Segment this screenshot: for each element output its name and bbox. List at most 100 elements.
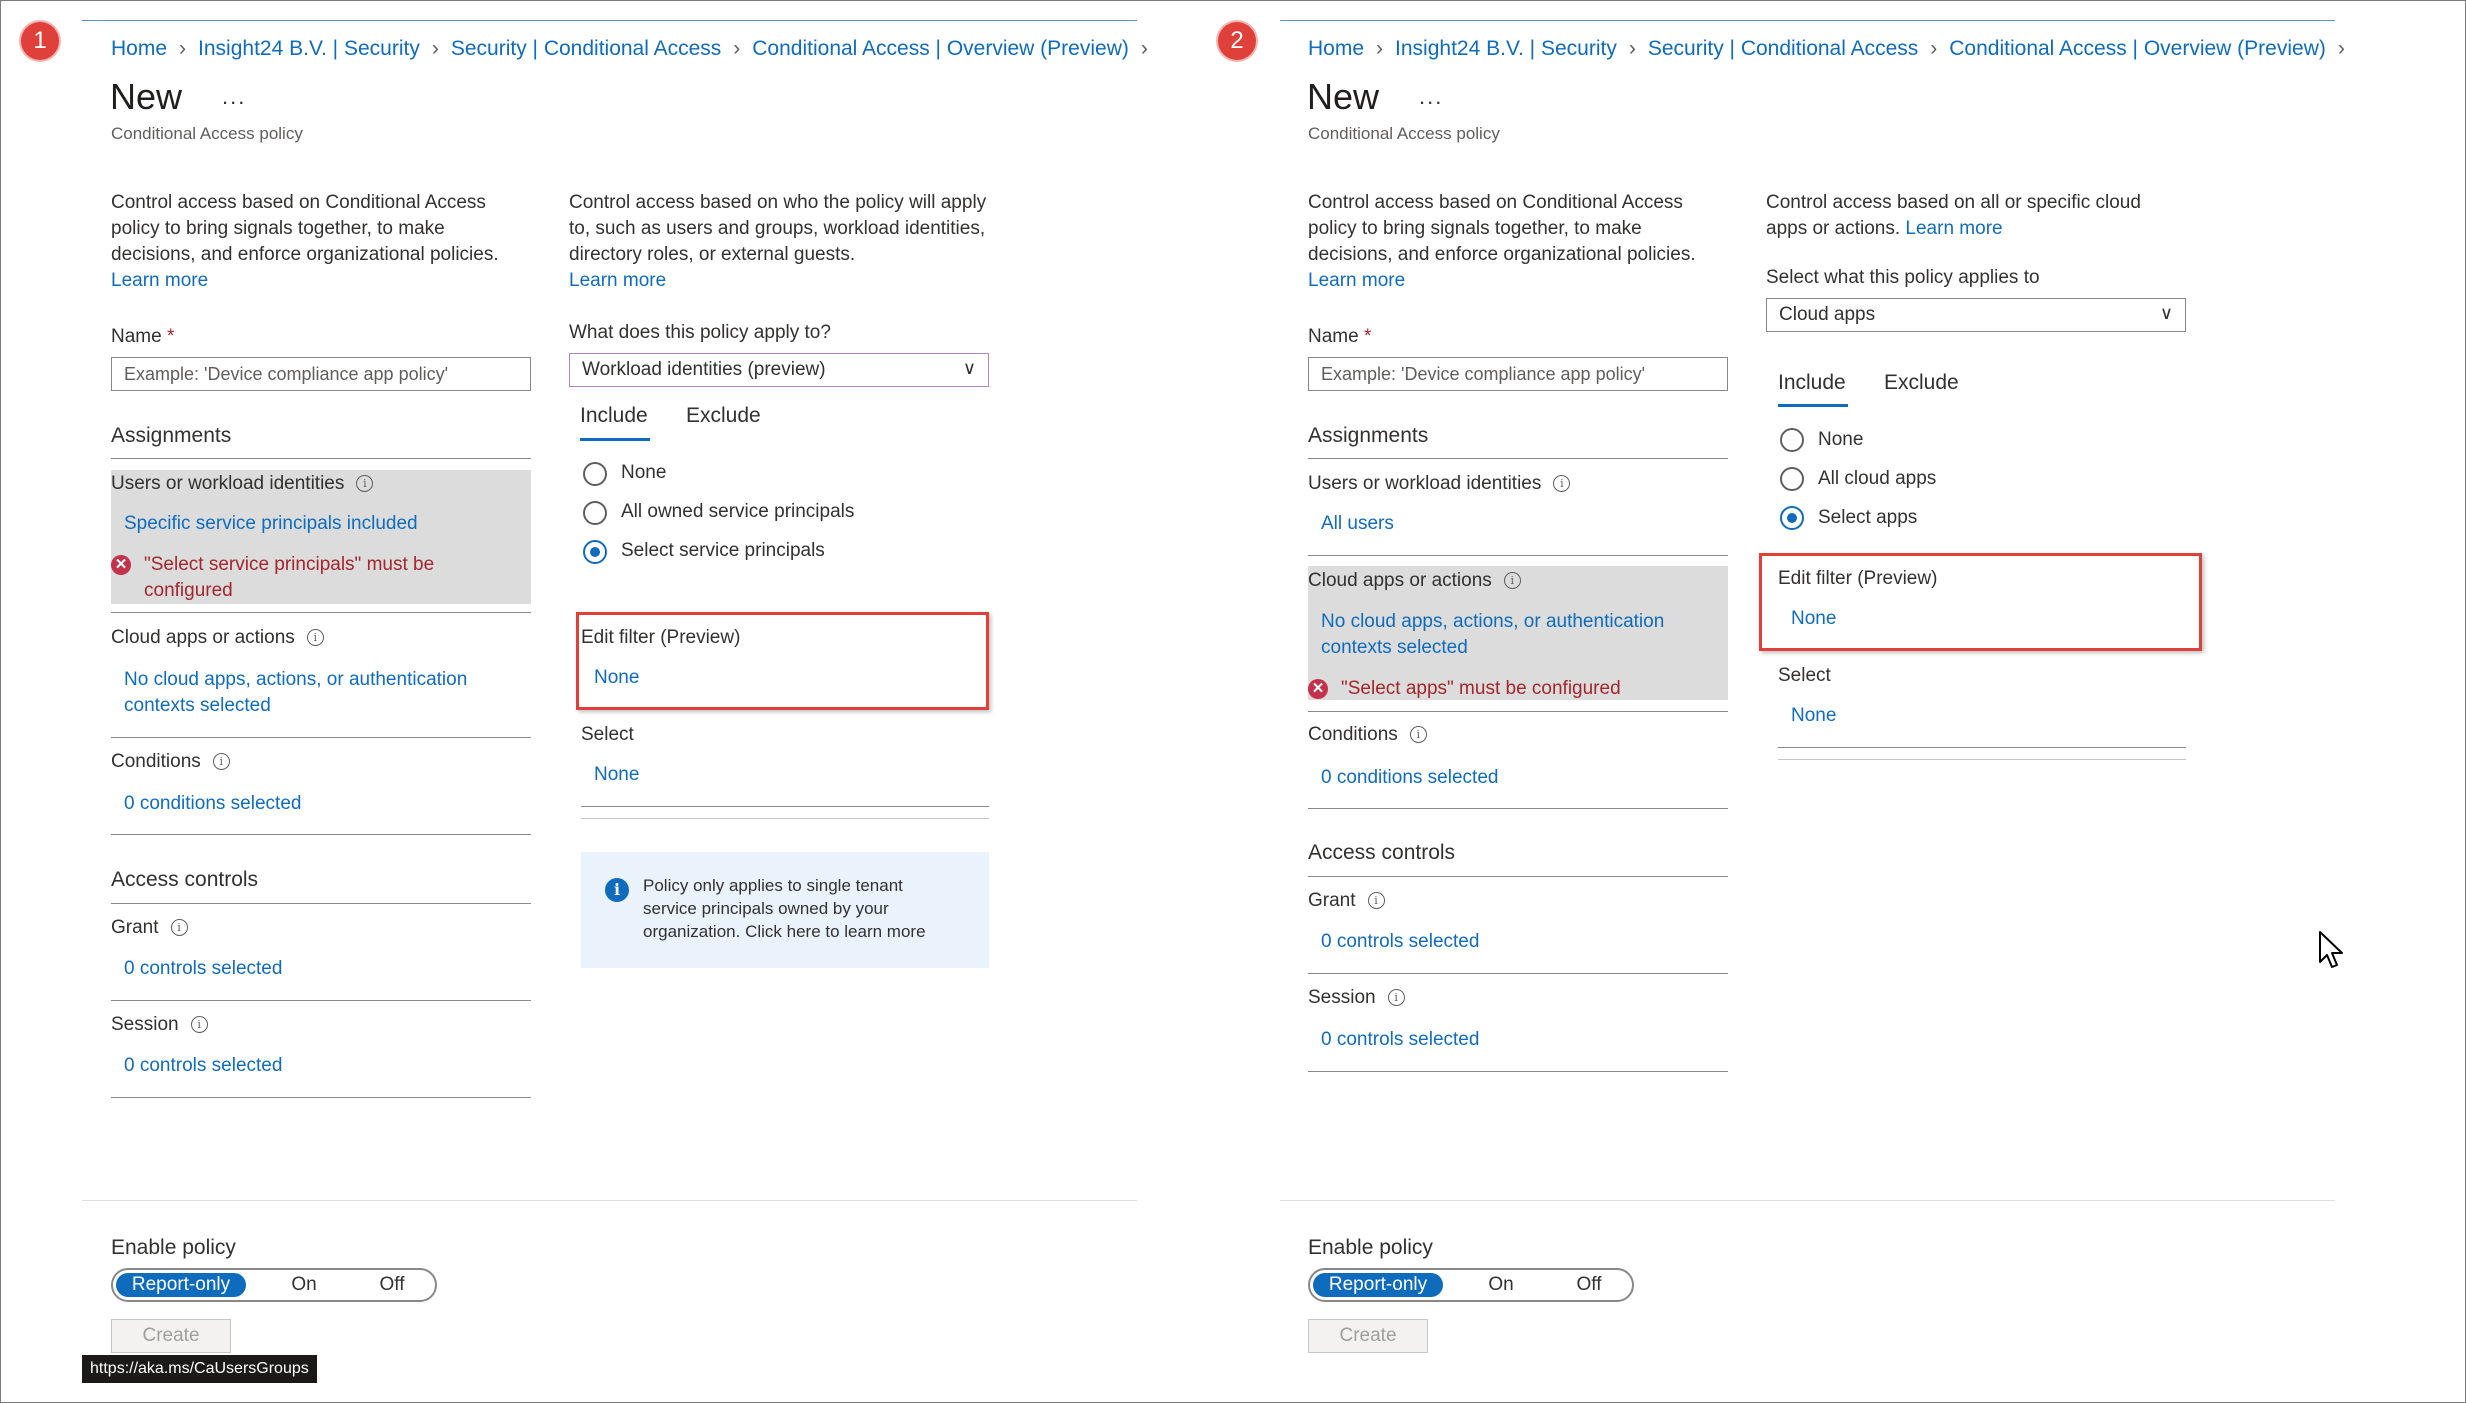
info-icon[interactable]: i: [1387, 989, 1405, 1007]
option-report-only[interactable]: Report-only: [1313, 1273, 1443, 1297]
conditions-label[interactable]: Conditions i: [111, 751, 230, 773]
breadcrumb-tenant-security[interactable]: Insight24 B.V. | Security: [1395, 37, 1617, 60]
divider: [1308, 458, 1728, 459]
name-input[interactable]: Example: 'Device compliance app policy': [111, 357, 531, 391]
create-button[interactable]: Create: [1308, 1319, 1428, 1353]
session-label[interactable]: Session i: [111, 1014, 208, 1036]
divider: [1308, 711, 1728, 712]
tab-exclude[interactable]: Exclude: [686, 404, 761, 428]
learn-more-link[interactable]: Learn more: [1905, 218, 2002, 239]
breadcrumb-overview[interactable]: Conditional Access | Overview (Preview): [752, 37, 1129, 60]
page-subtitle: Conditional Access policy: [1308, 124, 1500, 143]
cloud-apps-value[interactable]: No cloud apps, actions, or authenticatio…: [1321, 609, 1721, 661]
info-icon[interactable]: i: [1553, 475, 1571, 493]
breadcrumb-conditional-access[interactable]: Security | Conditional Access: [1648, 37, 1918, 60]
right-description: Control access based on who the policy w…: [569, 190, 989, 294]
session-value[interactable]: 0 controls selected: [1321, 1027, 1479, 1053]
users-workload-label[interactable]: Users or workload identities i: [111, 473, 374, 495]
users-workload-label-text: Users or workload identities: [1308, 473, 1542, 494]
breadcrumb-overview[interactable]: Conditional Access | Overview (Preview): [1949, 37, 2326, 60]
radio-select-apps[interactable]: [1780, 506, 1804, 530]
required-mark: *: [1363, 326, 1372, 347]
breadcrumb-home[interactable]: Home: [111, 37, 167, 60]
radio-all-owned-service-principals[interactable]: [583, 501, 607, 525]
radio-all-cloud-apps-label: All cloud apps: [1818, 468, 1937, 489]
applies-to-dropdown[interactable]: Cloud apps ∨: [1766, 298, 2186, 332]
edit-filter-value[interactable]: None: [1791, 606, 1836, 632]
radio-select-service-principals[interactable]: [583, 540, 607, 564]
select-value[interactable]: None: [1791, 703, 1836, 729]
info-icon[interactable]: i: [1367, 892, 1385, 910]
users-workload-value[interactable]: All users: [1321, 511, 1394, 537]
option-on[interactable]: On: [1456, 1273, 1546, 1297]
radio-all-cloud-apps[interactable]: [1780, 467, 1804, 491]
step-badge-1: 1: [21, 22, 59, 60]
radio-none[interactable]: [1780, 428, 1804, 452]
divider: [581, 818, 989, 819]
cloud-apps-label[interactable]: Cloud apps or actions i: [111, 627, 324, 649]
info-icon[interactable]: i: [306, 629, 324, 647]
learn-more-link[interactable]: Learn more: [569, 270, 666, 291]
option-on[interactable]: On: [259, 1273, 349, 1297]
name-label-text: Name: [111, 326, 162, 347]
status-url-tooltip: https://aka.ms/CaUsersGroups: [82, 1355, 317, 1383]
cloud-apps-label[interactable]: Cloud apps or actions i: [1308, 570, 1521, 592]
learn-more-link[interactable]: Learn more: [111, 270, 208, 291]
create-button[interactable]: Create: [111, 1319, 231, 1353]
radio-none[interactable]: [583, 462, 607, 486]
option-report-only[interactable]: Report-only: [116, 1273, 246, 1297]
enable-policy-label: Enable policy: [111, 1236, 236, 1259]
tab-exclude[interactable]: Exclude: [1884, 371, 1959, 395]
select-value[interactable]: None: [594, 762, 639, 788]
edit-filter-value[interactable]: None: [594, 665, 639, 691]
info-icon[interactable]: i: [212, 753, 230, 771]
grant-label-text: Grant: [111, 917, 159, 938]
divider: [1778, 747, 2186, 748]
conditions-value[interactable]: 0 conditions selected: [1321, 765, 1498, 791]
radio-all-owned-label: All owned service principals: [621, 501, 855, 522]
users-workload-value[interactable]: Specific service principals included: [124, 511, 418, 537]
learn-more-link[interactable]: Learn more: [1308, 270, 1405, 291]
more-options-button[interactable]: ...: [1419, 84, 1443, 110]
tab-include[interactable]: Include: [1778, 371, 1846, 395]
users-error-message: "Select service principals" must be conf…: [144, 554, 435, 601]
info-icon[interactable]: i: [1409, 726, 1427, 744]
info-icon[interactable]: i: [356, 475, 374, 493]
option-off[interactable]: Off: [349, 1273, 435, 1297]
name-label: Name *: [111, 326, 174, 348]
divider: [111, 834, 531, 835]
info-icon[interactable]: i: [170, 919, 188, 937]
option-off[interactable]: Off: [1546, 1273, 1632, 1297]
conditions-label[interactable]: Conditions i: [1308, 724, 1427, 746]
info-icon[interactable]: i: [1503, 572, 1521, 590]
session-value[interactable]: 0 controls selected: [124, 1053, 282, 1079]
info-icon[interactable]: i: [190, 1016, 208, 1034]
mouse-cursor-icon: [2319, 931, 2343, 968]
select-label: Select: [1778, 665, 1831, 686]
divider: [111, 612, 531, 613]
breadcrumb-home[interactable]: Home: [1308, 37, 1364, 60]
session-label-text: Session: [111, 1014, 179, 1035]
grant-label[interactable]: Grant i: [111, 917, 188, 939]
policy-applies-dropdown[interactable]: Workload identities (preview) ∨: [569, 353, 989, 387]
divider: [1308, 1071, 1728, 1072]
info-banner[interactable]: i Policy only applies to single tenant s…: [581, 852, 989, 968]
grant-value[interactable]: 0 controls selected: [1321, 929, 1479, 955]
assignments-heading: Assignments: [1308, 424, 1429, 447]
name-input[interactable]: Example: 'Device compliance app policy': [1308, 357, 1728, 391]
chevron-right-icon: ›: [1140, 37, 1148, 60]
cloud-apps-value[interactable]: No cloud apps, actions, or authenticatio…: [124, 667, 524, 719]
tab-include[interactable]: Include: [580, 404, 648, 428]
divider: [111, 458, 531, 459]
grant-label[interactable]: Grant i: [1308, 890, 1385, 912]
more-options-button[interactable]: ...: [222, 84, 246, 110]
users-workload-label[interactable]: Users or workload identities i: [1308, 473, 1571, 495]
breadcrumb-conditional-access[interactable]: Security | Conditional Access: [451, 37, 721, 60]
breadcrumb-tenant-security[interactable]: Insight24 B.V. | Security: [198, 37, 420, 60]
divider: [1308, 555, 1728, 556]
conditions-label-text: Conditions: [1308, 724, 1398, 745]
grant-value[interactable]: 0 controls selected: [124, 956, 282, 982]
users-workload-label-text: Users or workload identities: [111, 473, 345, 494]
conditions-value[interactable]: 0 conditions selected: [124, 791, 301, 817]
session-label[interactable]: Session i: [1308, 987, 1405, 1009]
